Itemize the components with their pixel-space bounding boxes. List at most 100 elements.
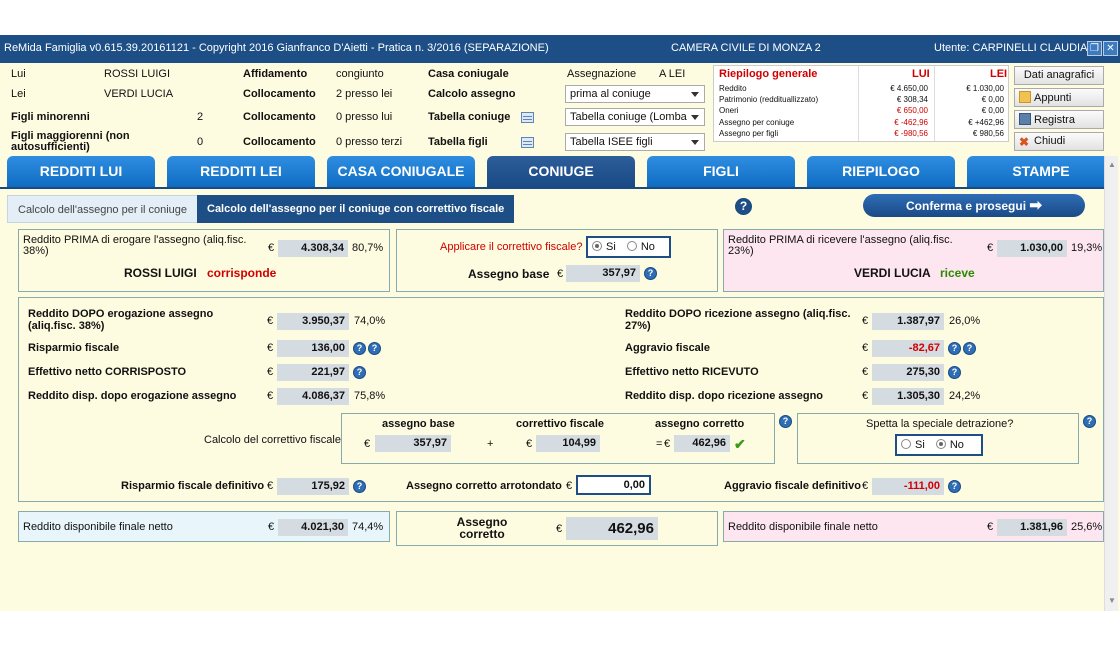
- summary-title: Riepilogo generale: [719, 68, 818, 80]
- euro-symbol: €: [987, 242, 994, 254]
- netto-corrisposto-label: Effettivo netto CORRISPOSTO: [28, 366, 187, 378]
- summary-row-lui: € -462,96: [894, 117, 928, 127]
- help-icon[interactable]: ?: [779, 415, 792, 428]
- registra-button[interactable]: Registra: [1014, 110, 1104, 129]
- tab-coniuge[interactable]: CONIUGE: [487, 156, 635, 187]
- help-icon[interactable]: ?: [948, 342, 961, 355]
- appunti-label: Appunti: [1034, 92, 1072, 104]
- calc-correttivo-value: 104,99: [536, 435, 600, 452]
- dati-anagrafici-button[interactable]: Dati anagrafici: [1014, 66, 1104, 85]
- finale-lui-pct: 74,4%: [352, 521, 384, 533]
- affidamento-value: congiunto: [336, 68, 384, 80]
- euro-symbol: €: [364, 438, 371, 450]
- disp-erogazione-label: Reddito disp. dopo erogazione assegno: [28, 390, 237, 402]
- radio-no[interactable]: No: [935, 439, 964, 451]
- table-icon[interactable]: [521, 137, 534, 148]
- correttivo-calc-label: Calcolo del correttivo fiscale: [204, 434, 341, 446]
- tab-redditi-lei[interactable]: REDDITI LEI: [167, 156, 315, 187]
- registra-label: Registra: [1034, 114, 1075, 126]
- lei-value: VERDI LUCIA: [104, 88, 174, 100]
- assegno-base-label: Assegno base: [468, 267, 550, 281]
- figli-maggiorenni-label: Figli maggiorenni (non autosufficienti): [11, 130, 130, 153]
- tab-casa-coniugale[interactable]: CASA CONIUGALE: [327, 156, 475, 187]
- help-icon[interactable]: ?: [368, 342, 381, 355]
- tab-figli[interactable]: FIGLI: [647, 156, 795, 187]
- appunti-button[interactable]: Appunti: [1014, 88, 1104, 107]
- calc-assegno-value: 462,96: [674, 435, 730, 452]
- calcolo-assegno-label: Calcolo assegno: [428, 88, 516, 100]
- summary-row-label: Assegno per coniuge: [719, 117, 795, 127]
- euro-symbol: €: [862, 366, 869, 378]
- summary-row-label: Oneri: [719, 106, 739, 116]
- dopo-ricezione-pct: 26,0%: [949, 315, 981, 327]
- summary-col-lei: LEI: [990, 68, 1008, 80]
- netto-ricevuto-value: 275,30: [872, 364, 944, 381]
- summary-row-lui: € 650,00: [896, 106, 928, 116]
- help-icon[interactable]: ?: [948, 366, 961, 379]
- radio-si[interactable]: Si: [901, 439, 925, 451]
- summary-row-label: Assegno per figli: [719, 128, 779, 138]
- tab-redditi-lui[interactable]: REDDITI LUI: [7, 156, 155, 187]
- prima-erogare-label: Reddito PRIMA di erogare l'assegno (aliq…: [23, 234, 247, 257]
- panel-assegno-corretto: Assegno corretto € 462,96: [396, 511, 718, 546]
- dopo-erogazione-value: 3.950,37: [277, 313, 349, 330]
- euro-symbol: €: [987, 521, 994, 533]
- arrotondato-input[interactable]: 0,00: [576, 475, 651, 495]
- euro-symbol: €: [267, 366, 274, 378]
- detrazione-radio-group[interactable]: Si No: [895, 434, 983, 456]
- vertical-scrollbar[interactable]: ▲ ▼: [1104, 156, 1118, 611]
- calcolo-assegno-select[interactable]: prima al coniuge: [565, 85, 705, 103]
- scroll-down-icon[interactable]: ▼: [1108, 596, 1116, 605]
- tab-riepilogo[interactable]: RIEPILOGO: [807, 156, 955, 187]
- scroll-up-icon[interactable]: ▲: [1108, 160, 1116, 169]
- close-icon[interactable]: ✕: [1103, 41, 1118, 56]
- help-icon[interactable]: ?: [353, 366, 366, 379]
- assegnazione-value: A LEI: [659, 68, 686, 80]
- table-icon[interactable]: [521, 112, 534, 123]
- panel-correttivo: Applicare il correttivo fiscale? Si No A…: [396, 229, 718, 292]
- collocamento-value-3: 0 presso terzi: [336, 136, 403, 148]
- subtab-calcolo-assegno[interactable]: Calcolo dell'assegno per il coniuge: [7, 195, 199, 223]
- equals-sign: =: [656, 438, 663, 450]
- summary-row-lei: € +462,96: [968, 117, 1004, 127]
- chiudi-label: Chiudi: [1034, 135, 1066, 147]
- correttivo-radio-group[interactable]: Si No: [586, 236, 671, 258]
- risparmio-definitivo-value: 175,92: [277, 478, 349, 495]
- riepilogo-generale: Riepilogo generale LUI LEI Reddito € 4.65…: [713, 65, 1009, 142]
- conferma-prosegui-button[interactable]: Conferma e prosegui ➡: [863, 194, 1085, 217]
- radio-si[interactable]: Si: [592, 241, 616, 253]
- help-icon[interactable]: ?: [353, 480, 366, 493]
- disp-ricezione-pct: 24,2%: [949, 390, 981, 402]
- panel-correttivo-calc: assegno base correttivo fiscale assegno …: [341, 413, 775, 464]
- help-icon[interactable]: ?: [735, 198, 752, 215]
- notes-icon: [1019, 91, 1031, 103]
- aggravio-fiscale-value: -82,67: [872, 340, 944, 357]
- euro-symbol: €: [268, 242, 275, 254]
- summary-row-lei: € 1.030,00: [966, 84, 1004, 93]
- chiudi-button[interactable]: ✖ Chiudi: [1014, 132, 1104, 151]
- help-icon[interactable]: ?: [948, 480, 961, 493]
- lei-verb: riceve: [940, 266, 975, 280]
- radio-no[interactable]: No: [626, 241, 655, 253]
- help-icon[interactable]: ?: [353, 342, 366, 355]
- help-icon[interactable]: ?: [963, 342, 976, 355]
- collocamento-label-1: Collocamento: [243, 88, 316, 100]
- help-icon[interactable]: ?: [644, 267, 657, 280]
- tabella-figli-select[interactable]: Tabella ISEE figli: [565, 133, 705, 151]
- save-icon: [1019, 113, 1031, 125]
- euro-symbol: €: [267, 480, 274, 492]
- restore-icon[interactable]: ❐: [1087, 41, 1102, 56]
- tab-stampe[interactable]: STAMPE: [967, 156, 1115, 187]
- panel-prima-ricevere: Reddito PRIMA di ricevere l'assegno (ali…: [723, 229, 1104, 292]
- euro-symbol: €: [664, 438, 671, 450]
- panel-prima-erogare: Reddito PRIMA di erogare l'assegno (aliq…: [18, 229, 390, 292]
- tabella-coniuge-select[interactable]: Tabella coniuge (Lomba: [565, 108, 705, 126]
- risparmio-fiscale-label: Risparmio fiscale: [28, 342, 120, 354]
- prima-erogare-pct: 80,7%: [352, 242, 384, 254]
- detrazione-question: Spetta la speciale detrazione?: [866, 418, 1014, 430]
- risparmio-fiscale-value: 136,00: [277, 340, 349, 357]
- finale-lui-value: 4.021,30: [278, 519, 348, 536]
- finale-lei-value: 1.381,96: [997, 519, 1067, 536]
- help-icon[interactable]: ?: [1083, 415, 1096, 428]
- subtab-correttivo-fiscale[interactable]: Calcolo dell'assegno per il coniuge con …: [197, 195, 515, 223]
